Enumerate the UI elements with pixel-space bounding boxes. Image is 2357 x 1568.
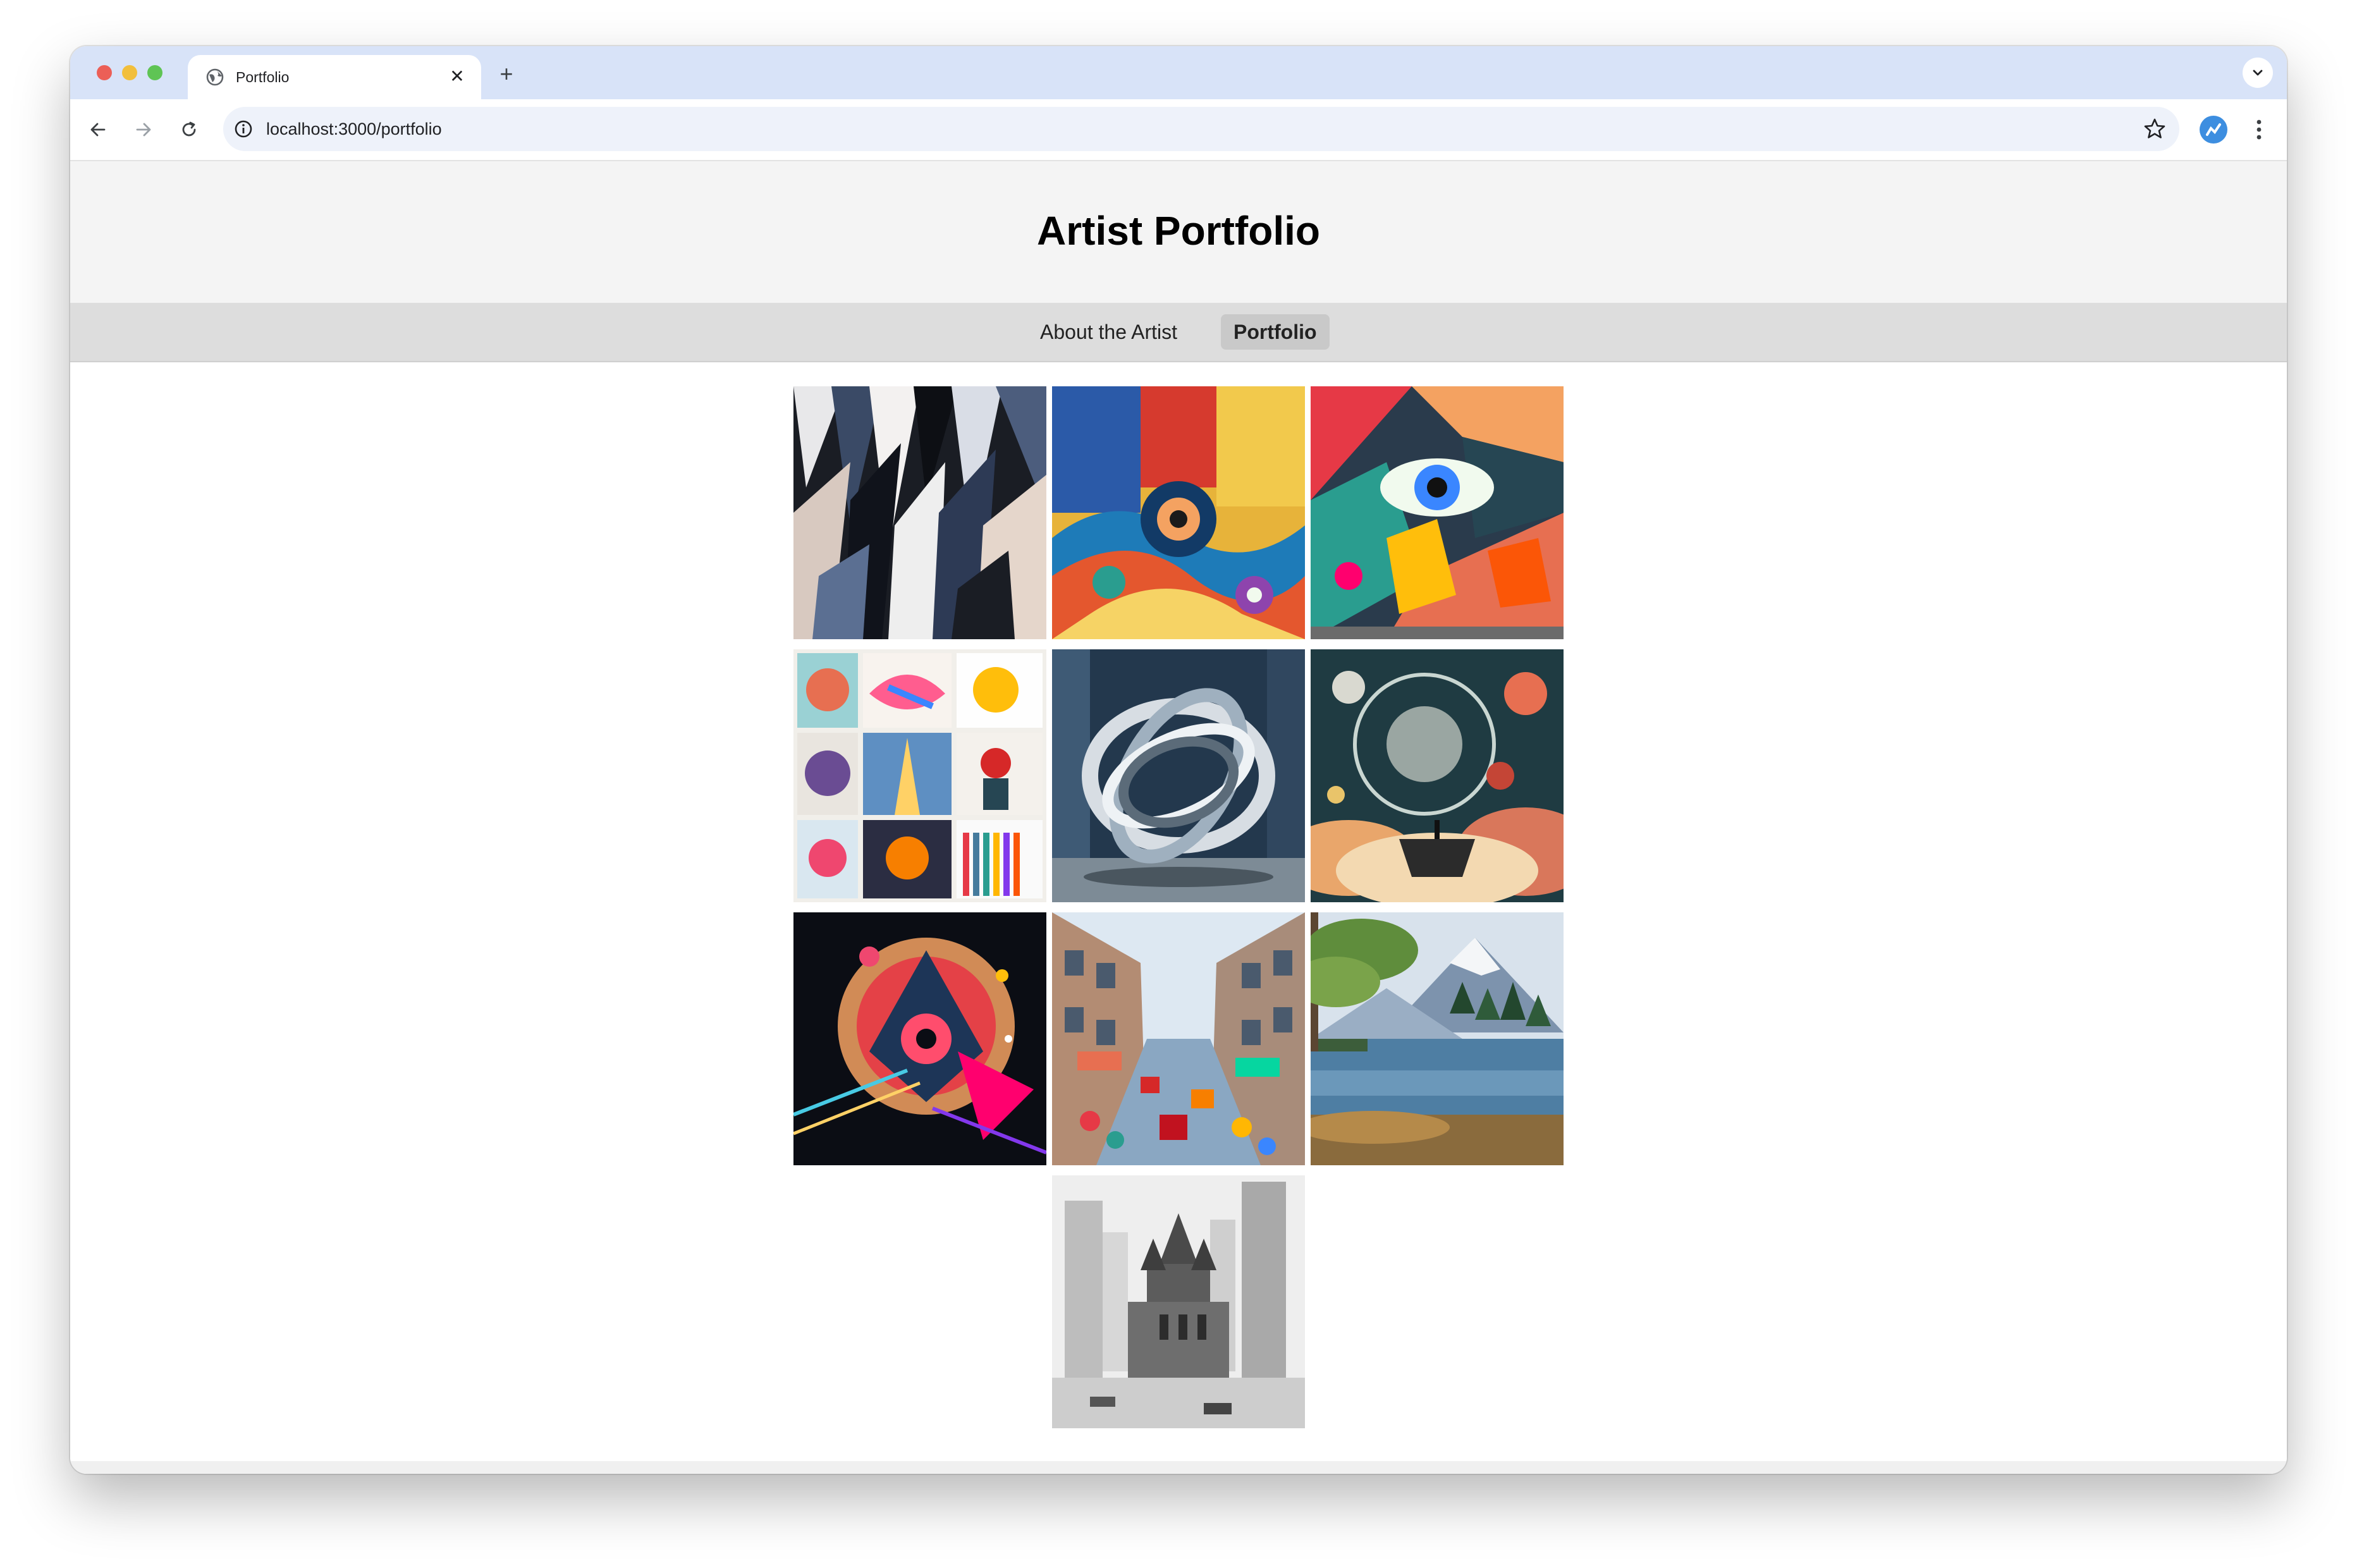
minimize-window-button[interactable] — [122, 65, 137, 80]
page-title: Artist Portfolio — [1037, 208, 1320, 254]
artwork-cubist-eye[interactable] — [1311, 386, 1564, 639]
close-icon[interactable]: ✕ — [447, 66, 467, 87]
arrow-right-icon — [136, 123, 151, 137]
artwork-surreal-spheres[interactable] — [1311, 649, 1564, 902]
tab-search-button[interactable] — [2243, 58, 2273, 88]
tab-strip: Portfolio ✕ + — [70, 46, 2287, 99]
browser-window: Portfolio ✕ + localhost:3000/portfolio A… — [70, 46, 2287, 1474]
site-nav: About the Artist Portfolio — [70, 303, 2287, 362]
globe-icon — [206, 68, 224, 86]
back-button[interactable] — [83, 114, 113, 145]
info-icon[interactable] — [233, 119, 254, 139]
page-content: Artist Portfolio About the Artist Portfo… — [70, 161, 2287, 1474]
maximize-window-button[interactable] — [147, 65, 162, 80]
arrow-left-icon — [90, 123, 106, 137]
artwork-geometric-shards[interactable] — [793, 386, 1046, 639]
profile-avatar[interactable] — [2200, 116, 2227, 144]
bookmark-star-icon[interactable] — [2143, 117, 2167, 141]
new-tab-button[interactable]: + — [494, 61, 519, 87]
nav-portfolio[interactable]: Portfolio — [1221, 314, 1330, 350]
artwork-chrome-sculpture[interactable] — [1052, 649, 1305, 902]
url-text[interactable]: localhost:3000/portfolio — [266, 119, 442, 139]
browser-menu-button[interactable] — [2245, 116, 2273, 144]
artwork-city-street[interactable] — [1052, 912, 1305, 1165]
extension-icon — [2206, 123, 2221, 136]
nav-about-the-artist[interactable]: About the Artist — [1027, 314, 1190, 350]
artwork-monochrome-cathedral[interactable] — [1052, 1175, 1305, 1428]
artwork-collage[interactable] — [793, 649, 1046, 902]
reload-icon — [182, 121, 196, 137]
close-window-button[interactable] — [97, 65, 112, 80]
artwork-neon-abstract[interactable] — [793, 912, 1046, 1165]
reload-button[interactable] — [174, 114, 204, 145]
more-vert-icon — [2256, 119, 2262, 140]
tab-title: Portfolio — [236, 69, 290, 85]
site-header: Artist Portfolio — [70, 161, 2287, 303]
forward-button[interactable] — [128, 114, 159, 145]
artwork-mountain-lake[interactable] — [1311, 912, 1564, 1165]
tab-portfolio[interactable]: Portfolio ✕ — [188, 55, 481, 99]
artwork-color-swirls[interactable] — [1052, 386, 1305, 639]
page-bottom-bar — [70, 1461, 2287, 1474]
address-bar[interactable]: localhost:3000/portfolio — [223, 107, 2179, 151]
chevron-down-icon — [2253, 70, 2263, 76]
browser-toolbar: localhost:3000/portfolio — [70, 99, 2287, 161]
